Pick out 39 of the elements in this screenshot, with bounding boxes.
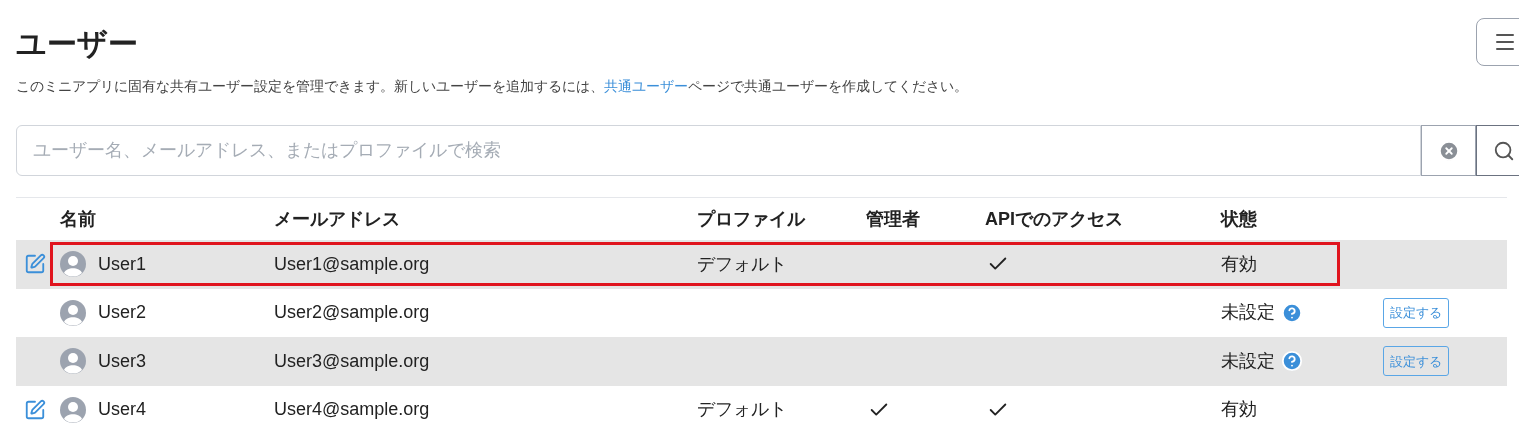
user-name: User3 [98, 349, 146, 373]
menu-button[interactable] [1476, 18, 1519, 66]
common-users-link[interactable]: 共通ユーザー [604, 78, 688, 94]
profile-name: デフォルト [697, 253, 787, 274]
edit-icon[interactable] [24, 398, 46, 421]
column-header: 管理者 [866, 208, 920, 229]
user-email: User2@sample.org [274, 302, 430, 323]
profile-name: デフォルト [697, 399, 787, 420]
column-header: 状態 [1221, 208, 1257, 229]
status-text: 未設定 [1221, 349, 1275, 373]
user-email: User4@sample.org [274, 399, 430, 420]
avatar-icon [60, 348, 86, 375]
setup-button[interactable]: 設定する [1383, 297, 1449, 328]
user-name: User2 [98, 301, 146, 325]
avatar-icon [60, 251, 86, 278]
column-header: プロファイル [697, 208, 805, 229]
search-icon [1493, 139, 1515, 162]
user-email: User3@sample.org [274, 350, 430, 371]
user-name: User1 [98, 252, 146, 276]
avatar-icon [60, 299, 86, 326]
setup-button[interactable]: 設定する [1383, 346, 1449, 377]
column-header: 名前 [60, 208, 96, 229]
user-name: User4 [98, 398, 146, 422]
column-header: APIでのアクセス [985, 208, 1123, 229]
search-field[interactable]: ユーザー名、メールアドレス、またはプロファイルで検索 [16, 125, 1421, 176]
clear-icon [1437, 139, 1460, 162]
status-text: 未設定 [1221, 301, 1275, 325]
clear-button[interactable] [1421, 125, 1476, 176]
user-email: User1@sample.org [274, 253, 430, 274]
status-text: 有効 [1221, 398, 1257, 422]
edit-icon[interactable] [24, 253, 46, 276]
help-icon[interactable] [1281, 301, 1303, 324]
column-header: メールアドレス [274, 208, 400, 229]
status-text: 有効 [1221, 252, 1257, 276]
search-button[interactable] [1476, 125, 1519, 176]
page-description: このミニアプリに固有な共有ユーザー設定を管理できます。新しいユーザーを追加するには、共通ユーザーページで共通ユーザーを作成してください。 [16, 77, 969, 96]
avatar-icon [60, 396, 86, 423]
page-title: ユーザー [16, 26, 138, 62]
help-icon[interactable] [1281, 350, 1303, 373]
